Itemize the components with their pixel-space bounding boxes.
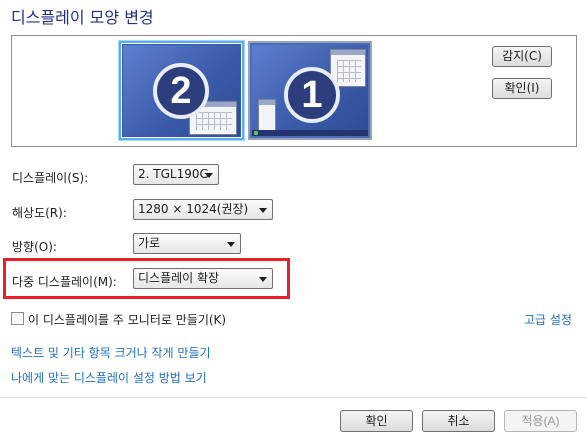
chevron-down-icon	[227, 242, 235, 247]
orientation-select[interactable]: 가로	[133, 233, 241, 254]
ok-button[interactable]: 확인	[340, 410, 413, 432]
display-select-value: 2. TGL190G	[138, 167, 209, 181]
monitor-arrangement-preview: 2 1 감지(C) 확인(I)	[11, 35, 577, 147]
chevron-down-icon	[205, 173, 213, 178]
resolution-select-value: 1280 × 1024(권장)	[138, 202, 249, 216]
monitor-2[interactable]: 2	[119, 41, 244, 140]
which-settings-link[interactable]: 나에게 맞는 디스플레이 설정 방법 보기	[11, 369, 207, 386]
monitor-number-badge: 2	[153, 63, 209, 119]
advanced-settings-link[interactable]: 고급 설정	[524, 311, 572, 328]
apply-button[interactable]: 적용(A)	[504, 410, 577, 432]
main-display-checkbox[interactable]	[11, 312, 24, 325]
footer-divider	[0, 397, 587, 398]
taskbar-icon	[252, 130, 368, 136]
chevron-down-icon	[259, 208, 267, 213]
monitor-number-badge: 1	[284, 67, 340, 123]
detect-button[interactable]: 감지(C)	[492, 46, 552, 67]
multi-display-select-value: 디스플레이 확장	[138, 271, 220, 285]
text-size-link[interactable]: 텍스트 및 기타 항목 크거나 작게 만들기	[11, 344, 211, 361]
window-thumbnail-icon	[258, 99, 276, 133]
multi-display-select[interactable]: 디스플레이 확장	[133, 268, 273, 289]
orientation-label: 방향(O):	[12, 240, 57, 254]
page-title: 디스플레이 모양 변경	[11, 8, 154, 27]
resolution-label: 해상도(R):	[12, 206, 67, 220]
start-button-icon	[254, 131, 258, 135]
orientation-select-value: 가로	[138, 236, 161, 250]
identify-button[interactable]: 확인(I)	[492, 78, 552, 99]
monitor-1[interactable]: 1	[248, 41, 372, 140]
chevron-down-icon	[259, 277, 267, 282]
main-display-checkbox-label[interactable]: 이 디스플레이를 주 모니터로 만들기(K)	[28, 311, 226, 328]
display-label: 디스플레이(S):	[12, 171, 89, 185]
multi-display-label: 다중 디스플레이(M):	[12, 275, 117, 289]
resolution-select[interactable]: 1280 × 1024(권장)	[133, 199, 273, 220]
cancel-button[interactable]: 취소	[422, 410, 495, 432]
display-select[interactable]: 2. TGL190G	[133, 164, 219, 185]
